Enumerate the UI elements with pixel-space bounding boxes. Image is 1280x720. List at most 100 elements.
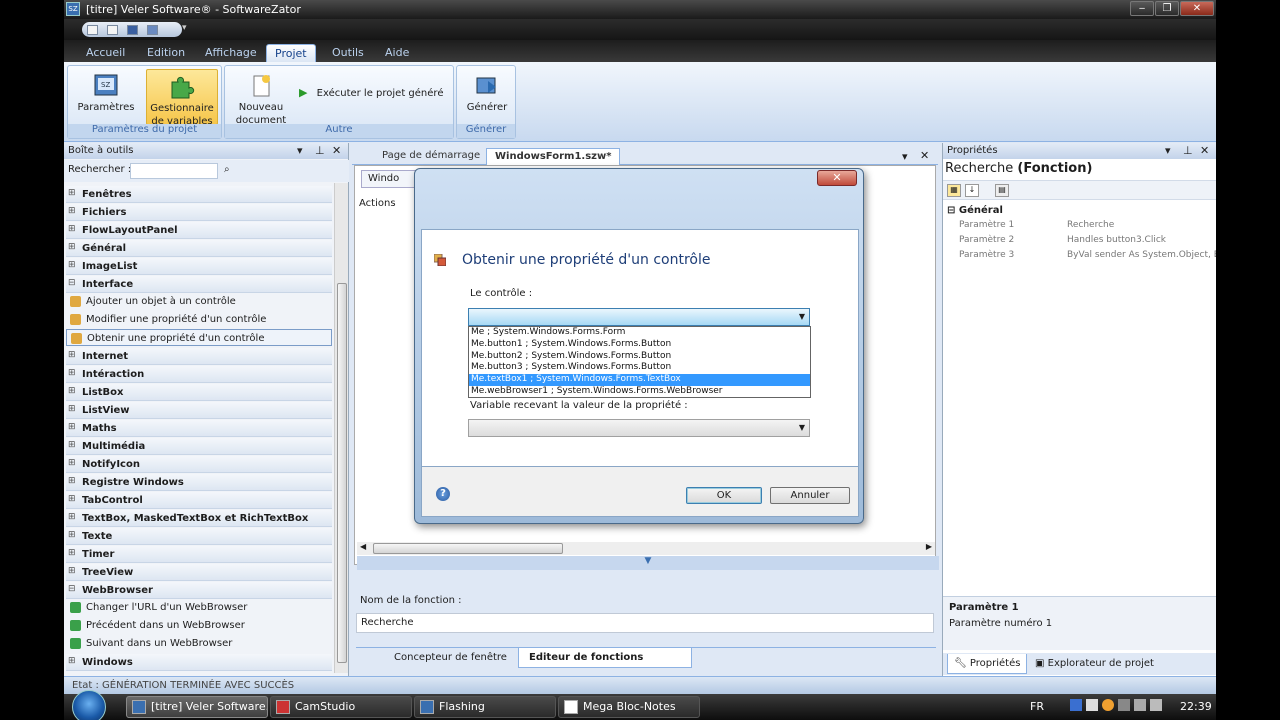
generate-button[interactable]: Générer	[461, 69, 513, 125]
toolbox-category[interactable]: FlowLayoutPanel	[66, 222, 332, 239]
toolbox-category[interactable]: Registre Windows	[66, 474, 332, 491]
horizontal-scrollbar[interactable]: ◀ ▶	[357, 542, 935, 555]
toolbox-category[interactable]: Windows	[66, 654, 332, 671]
toolbox-category[interactable]: Fichiers	[66, 204, 332, 221]
toolbox-action-item[interactable]: Changer l'URL d'un WebBrowser	[66, 599, 332, 616]
tab-project-explorer[interactable]: ▣ Explorateur de projet	[1029, 654, 1160, 674]
toolbox-category[interactable]: TextBox, MaskedTextBox et RichTextBox	[66, 510, 332, 527]
new-document-button[interactable]: Nouveau document	[231, 69, 291, 126]
categorized-icon[interactable]: ▦	[947, 184, 961, 197]
dropdown-option[interactable]: Me.button3 ; System.Windows.Forms.Button	[469, 362, 810, 374]
toolbox-category[interactable]: Maths	[66, 420, 332, 437]
run-project-button[interactable]: ▶ Exécuter le projet généré	[299, 86, 443, 99]
toolbox-category[interactable]: ImageList	[66, 258, 332, 275]
new-file-icon[interactable]	[87, 25, 98, 35]
property-row[interactable]: Paramètre 1 Recherche	[959, 220, 1216, 235]
toolbox-category[interactable]: NotifyIcon	[66, 456, 332, 473]
tab-start-page[interactable]: Page de démarrage	[374, 148, 488, 165]
tab-affichage[interactable]: Affichage	[197, 44, 265, 62]
tab-window-designer[interactable]: Concepteur de fenêtre	[384, 648, 517, 668]
control-dropdown-list[interactable]: Me ; System.Windows.Forms.Form Me.button1…	[468, 326, 811, 398]
help-icon[interactable]: ?	[436, 487, 450, 501]
dropdown-option[interactable]: Me.textBox1 ; System.Windows.Forms.TextB…	[469, 374, 810, 386]
toolbox-category[interactable]: Interface	[66, 276, 332, 293]
scroll-right-icon[interactable]: ▶	[926, 542, 932, 551]
toolbox-search-input[interactable]	[130, 163, 218, 179]
network-icon[interactable]	[1134, 699, 1146, 711]
property-pages-icon[interactable]: ▤	[995, 184, 1009, 197]
toolbox-category[interactable]: ListView	[66, 402, 332, 419]
property-row[interactable]: Paramètre 3 ByVal sender As System.Object…	[959, 250, 1216, 265]
toolbox-category[interactable]: Général	[66, 240, 332, 257]
parameters-button[interactable]: SZ Paramètres	[74, 69, 138, 125]
chevron-down-icon[interactable]: ▼	[799, 312, 805, 321]
variable-manager-button[interactable]: Gestionnaire de variables	[146, 69, 218, 127]
toolbox-category[interactable]: TreeView	[66, 564, 332, 581]
tray-icon[interactable]	[1102, 699, 1114, 711]
sort-alpha-icon[interactable]: ↓	[965, 184, 979, 197]
toolbox-action-item[interactable]: Suivant dans un WebBrowser	[66, 635, 332, 652]
minimize-button[interactable]: ‒	[1130, 1, 1154, 16]
tab-function-editor[interactable]: Editeur de fonctions	[518, 648, 692, 668]
dropdown-icon[interactable]: ▾	[1165, 144, 1171, 157]
doc-menu-icon[interactable]: ▾	[902, 150, 908, 163]
taskbar-item-notes[interactable]: Mega Bloc-Notes	[558, 696, 700, 718]
open-folder-icon[interactable]	[107, 25, 118, 35]
toolbox-category[interactable]: Intéraction	[66, 366, 332, 383]
close-icon[interactable]: ✕	[1200, 144, 1209, 157]
volume-icon[interactable]	[1150, 699, 1162, 711]
horizontal-scroll-thumb[interactable]	[373, 543, 563, 554]
dialog-close-button[interactable]: ✕	[817, 170, 857, 186]
taskbar-item-flashing[interactable]: Flashing	[414, 696, 556, 718]
toolbox-category[interactable]: Fenêtres	[66, 186, 332, 203]
tab-edition[interactable]: Edition	[139, 44, 193, 62]
toolbox-category[interactable]: TabControl	[66, 492, 332, 509]
toolbox-category[interactable]: ListBox	[66, 384, 332, 401]
ok-button[interactable]: OK	[686, 487, 762, 504]
save-all-icon[interactable]	[147, 25, 158, 35]
dropdown-option[interactable]: Me.webBrowser1 ; System.Windows.Forms.We…	[469, 386, 810, 398]
toolbox-action-item[interactable]: Ajouter un objet à un contrôle	[66, 293, 332, 310]
customize-qat-icon[interactable]: ▾	[182, 23, 187, 33]
toolbox-scrollbar[interactable]	[334, 183, 348, 673]
tab-outils[interactable]: Outils	[324, 44, 372, 62]
close-icon[interactable]: ✕	[332, 144, 341, 157]
pin-icon[interactable]: ⊥	[1183, 144, 1193, 157]
function-name-input[interactable]: Recherche	[356, 613, 934, 633]
control-combobox[interactable]: ▼	[468, 308, 810, 326]
close-button[interactable]: ✕	[1180, 1, 1214, 16]
tray-icon[interactable]	[1118, 699, 1130, 711]
toolbox-action-item[interactable]: Précédent dans un WebBrowser	[66, 617, 332, 634]
tab-aide[interactable]: Aide	[377, 44, 417, 62]
property-row[interactable]: Paramètre 2 Handles button3.Click	[959, 235, 1216, 250]
dropdown-icon[interactable]: ▾	[297, 144, 303, 157]
save-icon[interactable]	[127, 25, 138, 35]
tab-properties[interactable]: 🔧︎ Propriétés	[947, 654, 1028, 674]
app-icon[interactable]: SZ	[66, 2, 80, 16]
taskbar-item-softwarezator[interactable]: [titre] Veler Software...	[126, 696, 268, 718]
scrollbar-thumb[interactable]	[337, 283, 347, 663]
chevron-down-icon[interactable]: ▼	[799, 423, 805, 432]
language-indicator[interactable]: FR	[1030, 700, 1044, 713]
tab-accueil[interactable]: Accueil	[78, 44, 133, 62]
toolbox-category[interactable]: Timer	[66, 546, 332, 563]
maximize-button[interactable]: ❐	[1155, 1, 1179, 16]
tab-projet[interactable]: Projet	[266, 44, 316, 62]
toolbox-action-item[interactable]: Obtenir une propriété d'un contrôle	[66, 329, 332, 346]
start-button[interactable]	[72, 690, 106, 720]
clock[interactable]: 22:39	[1180, 700, 1212, 713]
tray-icon[interactable]	[1070, 699, 1082, 711]
variable-combobox[interactable]: ▼	[468, 419, 810, 437]
dropdown-option[interactable]: Me.button2 ; System.Windows.Forms.Button	[469, 351, 810, 363]
dropdown-option[interactable]: Me ; System.Windows.Forms.Form	[469, 327, 810, 339]
tab-windowsform1[interactable]: WindowsForm1.szw*	[486, 148, 621, 165]
toolbox-category[interactable]: WebBrowser	[66, 582, 332, 599]
dropdown-option[interactable]: Me.button1 ; System.Windows.Forms.Button	[469, 339, 810, 351]
tray-icon[interactable]	[1086, 699, 1098, 711]
splitter-handle[interactable]: ▼	[357, 556, 939, 570]
binoculars-icon[interactable]: ⌕	[224, 164, 230, 175]
toolbox-category[interactable]: Multimédia	[66, 438, 332, 455]
scroll-left-icon[interactable]: ◀	[360, 542, 366, 551]
doc-close-icon[interactable]: ✕	[920, 149, 929, 162]
taskbar-item-camstudio[interactable]: CamStudio	[270, 696, 412, 718]
